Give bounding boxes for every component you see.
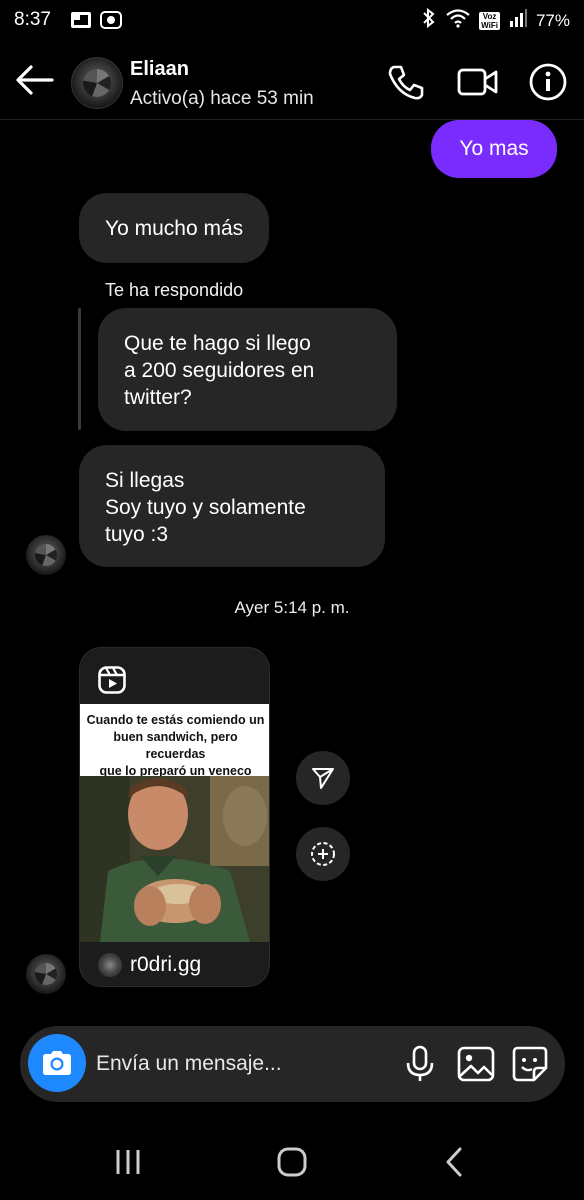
contact-status: Activo(a) hace 53 min xyxy=(130,88,314,109)
image-icon xyxy=(457,1046,495,1082)
reels-icon xyxy=(98,666,126,694)
incoming-message[interactable]: Yo mucho más xyxy=(79,193,270,263)
message-timestamp: Ayer 5:14 p. m. xyxy=(234,598,350,617)
reply-quote-bar xyxy=(78,308,81,430)
reel-author-avatar xyxy=(98,953,122,977)
reel-caption-line: buen sandwich, pero recuerdas xyxy=(113,730,238,761)
back-nav-button[interactable] xyxy=(436,1144,476,1180)
camera-button[interactable] xyxy=(28,1034,86,1092)
outgoing-message[interactable]: Yo mas xyxy=(431,120,557,178)
notification-media-icon xyxy=(100,10,122,35)
back-arrow-icon xyxy=(16,65,54,95)
reel-photo xyxy=(80,776,269,942)
sender-avatar[interactable] xyxy=(26,535,66,575)
battery-text: 77% xyxy=(535,10,570,30)
chat-header: Eliaan Activo(a) hace 53 min xyxy=(0,40,584,120)
contact-avatar[interactable] xyxy=(71,57,123,109)
reel-caption: Cuando te estás comiendo un buen sandwic… xyxy=(80,704,269,778)
contact-name[interactable]: Eliaan xyxy=(130,58,189,81)
outgoing-message-text: Yo mas xyxy=(459,137,529,160)
status-bar: 8:37 Voz WiFi 77% xyxy=(0,0,584,40)
voz-wifi-icon: Voz WiFi xyxy=(479,11,500,30)
info-icon xyxy=(529,63,567,101)
message-text-line: tuyo :3 xyxy=(105,523,169,546)
home-icon xyxy=(277,1147,307,1177)
incoming-message[interactable]: Si llegas Soy tuyo y solamente tuyo :3 xyxy=(79,445,385,567)
microphone-icon xyxy=(406,1045,434,1081)
add-to-story-button[interactable] xyxy=(296,827,350,881)
voz-wifi-top: Voz xyxy=(482,11,497,21)
back-button[interactable] xyxy=(14,62,56,98)
message-text-line: Soy tuyo y solamente xyxy=(105,496,306,519)
sticker-button[interactable] xyxy=(510,1044,550,1084)
status-right-group: Voz WiFi 77% xyxy=(421,7,570,33)
quoted-text-line: twitter? xyxy=(124,386,192,409)
shared-reel-card[interactable]: Cuando te estás comiendo un buen sandwic… xyxy=(79,647,270,987)
wifi-icon xyxy=(445,8,471,33)
reel-username: r0dri.gg xyxy=(130,953,202,976)
info-button[interactable] xyxy=(528,62,568,102)
share-reel-button[interactable] xyxy=(296,751,350,805)
voz-wifi-bottom: WiFi xyxy=(481,20,498,30)
voice-message-button[interactable] xyxy=(400,1044,440,1084)
reply-label: Te ha respondido xyxy=(105,280,244,300)
add-story-icon xyxy=(311,842,335,866)
notification-flipboard-icon xyxy=(70,10,92,35)
quoted-message[interactable]: Que te hago si llego a 200 seguidores en… xyxy=(98,308,397,431)
voice-call-button[interactable] xyxy=(386,62,426,102)
message-composer xyxy=(20,1026,565,1102)
bluetooth-icon xyxy=(421,7,437,33)
send-icon xyxy=(312,768,334,789)
camera-icon xyxy=(43,1051,71,1075)
recent-apps-icon xyxy=(116,1150,140,1174)
video-camera-icon xyxy=(457,68,498,96)
back-chevron-icon xyxy=(446,1147,462,1177)
reel-thumbnail[interactable]: Cuando te estás comiendo un buen sandwic… xyxy=(80,704,269,942)
quoted-text-line: Que te hago si llego xyxy=(124,332,311,355)
signal-icon xyxy=(508,8,528,33)
quoted-text-line: a 200 seguidores en xyxy=(124,359,315,382)
system-navigation-bar xyxy=(0,1122,584,1200)
message-input[interactable] xyxy=(96,1026,396,1102)
recent-apps-button[interactable] xyxy=(110,1144,150,1180)
sender-avatar[interactable] xyxy=(26,954,66,994)
sticker-icon xyxy=(512,1046,548,1082)
gallery-button[interactable] xyxy=(456,1044,496,1084)
message-text-line: Si llegas xyxy=(105,469,185,492)
video-call-button[interactable] xyxy=(456,62,500,102)
incoming-message-text: Yo mucho más xyxy=(105,216,244,240)
home-button[interactable] xyxy=(272,1144,312,1180)
status-time: 8:37 xyxy=(14,9,51,30)
reel-caption-line: Cuando te estás comiendo un xyxy=(86,713,265,727)
phone-icon xyxy=(388,65,424,100)
reel-footer[interactable]: r0dri.gg xyxy=(80,942,269,986)
